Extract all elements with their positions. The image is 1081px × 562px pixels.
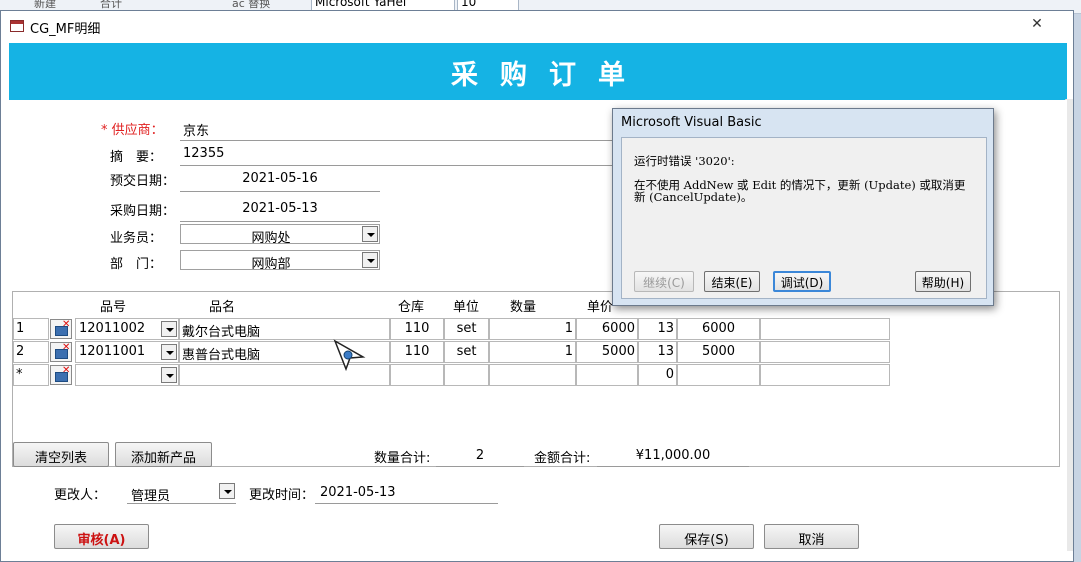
close-icon[interactable]: ✕ [1017,16,1057,34]
save-button[interactable]: 保存(S) [659,524,754,549]
form-header: 采购订单 [9,43,1067,100]
modifier-value[interactable]: 管理员 [131,485,170,504]
qty-cell[interactable]: 1 [489,318,576,340]
qty-total-underline [436,466,524,467]
amount-total-underline [597,466,749,467]
tax-rate-cell[interactable]: 0 [638,364,677,386]
chevron-down-icon[interactable] [161,344,177,360]
unit-cell[interactable]: set [444,341,489,363]
clear-list-button[interactable]: 清空列表 [13,442,109,467]
summary-field[interactable]: 12355 [183,146,224,161]
qty-total-value: 2 [475,448,485,463]
tax-rate-cell[interactable]: 13 [638,318,677,340]
row-selector[interactable]: 1 [13,318,49,340]
column-header-code: 品号 [100,300,127,315]
salesman-label: 业务员： [110,231,163,246]
amount-total-label: 金额合计: [534,451,591,466]
price-cell[interactable] [576,364,638,386]
chevron-down-icon[interactable] [362,252,378,268]
page-title: 采购订单 [451,60,647,91]
chevron-down-icon[interactable] [161,367,177,383]
unit-cell[interactable] [444,364,489,386]
edit-product-icon[interactable] [50,342,72,362]
order-lines-grid: 品号 品名 仓库 单位 数量 单价 1 12011002 戴尔台式电脑 110 … [12,291,1060,467]
qty-cell[interactable]: 1 [489,341,576,363]
department-combo[interactable]: 网购部 [180,250,380,272]
department-value: 网购部 [251,257,291,272]
mouse-cursor-icon [333,339,366,371]
amount-cell[interactable] [677,364,760,386]
supplier-field[interactable]: 京东 [183,120,209,139]
window-title: CG_MF明细 [30,22,101,37]
vba-error-dialog: Microsoft Visual Basic 运行时错误 '3020': 在不使… [612,108,994,306]
amount-cell[interactable]: 6000 [677,318,760,340]
purchase-date-underline [180,221,380,222]
pre-date-underline [180,191,380,192]
amount-cell[interactable]: 5000 [677,341,760,363]
summary-label: 摘 要： [110,150,163,165]
column-header-unit: 单位 [453,300,480,315]
warehouse-cell[interactable]: 110 [390,318,444,340]
column-header-warehouse: 仓库 [398,300,425,315]
price-cell[interactable]: 6000 [576,318,638,340]
help-button[interactable]: 帮助(H) [915,271,971,292]
warehouse-cell[interactable]: 110 [390,341,444,363]
row-selector[interactable]: 2 [13,341,49,363]
edit-product-icon[interactable] [50,365,72,385]
debug-button[interactable]: 调试(D) [773,271,831,292]
chevron-down-icon[interactable] [219,483,235,499]
modify-time-label: 更改时间： [249,488,315,503]
form-icon [10,20,24,32]
edit-product-icon[interactable] [50,319,72,339]
chevron-down-icon[interactable] [161,321,177,337]
purchase-date-label: 采购日期： [110,204,176,219]
modify-time-underline [315,503,498,504]
price-cell[interactable]: 5000 [576,341,638,363]
summary-underline [180,165,614,166]
column-header-qty: 数量 [510,300,537,315]
error-code-text: 运行时错误 '3020': [634,154,735,168]
extra-cell[interactable] [760,364,890,386]
qty-cell[interactable] [489,364,576,386]
add-product-button[interactable]: 添加新产品 [115,442,212,467]
qty-total-label: 数量合计: [374,451,431,466]
amount-total-value: ¥11,000.00 [635,448,711,463]
continue-button: 继续(C) [634,271,694,292]
end-button[interactable]: 结束(E) [704,271,760,292]
new-row-selector[interactable]: * [13,364,49,386]
modifier-underline [127,503,236,504]
extra-cell[interactable] [760,318,890,340]
modifier-label: 更改人： [54,488,107,503]
column-header-price: 单价 [587,300,614,315]
purchase-date-field[interactable]: 2021-05-13 [180,201,380,216]
supplier-label: * 供应商： [101,123,164,138]
pre-date-label: 预交日期： [110,174,176,189]
product-name-cell[interactable]: 戴尔台式电脑 [179,318,390,340]
column-header-name: 品名 [209,300,236,315]
supplier-underline [180,140,614,141]
salesman-value: 网购处 [251,231,291,246]
dialog-title: Microsoft Visual Basic [621,115,762,130]
dialog-content: 运行时错误 '3020': 在不使用 AddNew 或 Edit 的情况下，更新… [621,137,987,299]
tax-rate-cell[interactable]: 13 [638,341,677,363]
department-label: 部 门： [110,257,163,272]
pre-date-field[interactable]: 2021-05-16 [180,171,380,186]
cancel-button[interactable]: 取消 [764,524,859,549]
warehouse-cell[interactable] [390,364,444,386]
chevron-down-icon[interactable] [362,226,378,242]
salesman-combo[interactable]: 网购处 [180,224,380,246]
extra-cell[interactable] [760,341,890,363]
error-message-line-2: 新 (CancelUpdate)。 [634,190,753,204]
window-titlebar: CG_MF明细 ✕ [1,11,1073,41]
approve-button[interactable]: 审核(A) [54,524,149,549]
modify-time-value: 2021-05-13 [320,485,396,500]
unit-cell[interactable]: set [444,318,489,340]
